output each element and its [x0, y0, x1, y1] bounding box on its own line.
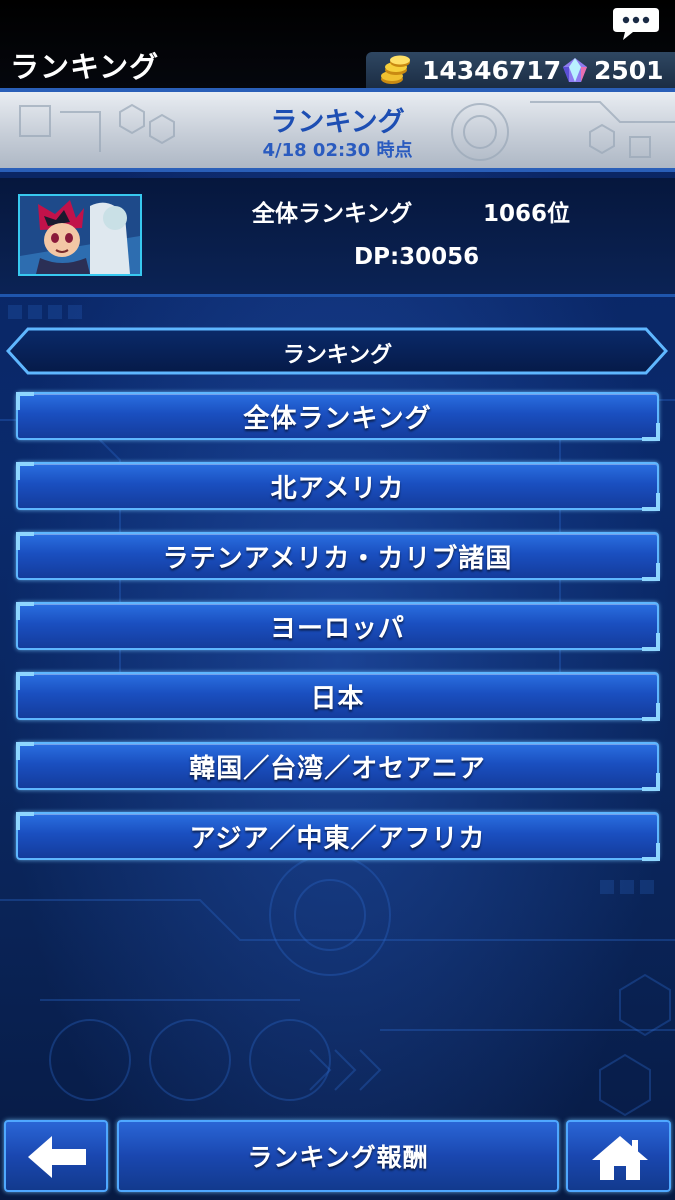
home-button[interactable] [566, 1120, 671, 1192]
button-label: 北アメリカ [270, 473, 405, 504]
button-label: 日本 [310, 683, 365, 714]
coin-count: 14346717 [422, 56, 562, 85]
banner-timestamp: 4/18 02:30 時点 [262, 140, 413, 161]
crystal-gem-icon [562, 57, 588, 83]
overall-ranking-value: 1066位 [483, 201, 571, 227]
banner-title: ランキング [270, 107, 405, 138]
button-label: ランキング報酬 [247, 1143, 429, 1172]
button-label: 全体ランキング [243, 403, 432, 434]
back-arrow-icon [28, 1136, 86, 1178]
asia-middle-east-africa-button[interactable]: アジア／中東／アフリカ [16, 812, 660, 861]
overall-ranking-button[interactable]: 全体ランキング [16, 392, 660, 441]
korea-taiwan-oceania-button[interactable]: 韓国／台湾／オセアニア [16, 742, 660, 791]
europe-button[interactable]: ヨーロッパ [16, 602, 660, 651]
ranking-panel-title: ランキング [282, 343, 393, 368]
duel-points: DP:30056 [354, 244, 480, 270]
overall-ranking-label: 全体ランキング [252, 201, 413, 227]
ranking-banner: ランキング 4/18 02:30 時点 [0, 88, 675, 172]
gold-coins-icon [380, 55, 412, 85]
back-button[interactable] [4, 1120, 108, 1192]
button-label: ラテンアメリカ・カリブ諸国 [162, 543, 513, 574]
chat-bubble-icon[interactable] [611, 6, 661, 42]
currency-bar: 14346717 2501 [366, 52, 675, 88]
home-icon [592, 1136, 648, 1180]
japan-button[interactable]: 日本 [16, 672, 660, 721]
gem-count: 2501 [594, 56, 664, 85]
top-bar: ランキング 14346717 2501 [0, 0, 675, 88]
button-label: アジア／中東／アフリカ [189, 823, 486, 854]
north-america-button[interactable]: 北アメリカ [16, 462, 660, 511]
ranking-reward-button[interactable]: ランキング報酬 [117, 1120, 559, 1192]
button-label: ヨーロッパ [269, 613, 405, 644]
button-label: 韓国／台湾／オセアニア [189, 753, 486, 784]
latin-america-caribbean-button[interactable]: ラテンアメリカ・カリブ諸国 [16, 532, 660, 581]
player-avatar[interactable] [18, 194, 142, 276]
screen-title: ランキング [10, 50, 160, 84]
player-rank-summary: 全体ランキング 1066位 DP:30056 [0, 178, 675, 297]
